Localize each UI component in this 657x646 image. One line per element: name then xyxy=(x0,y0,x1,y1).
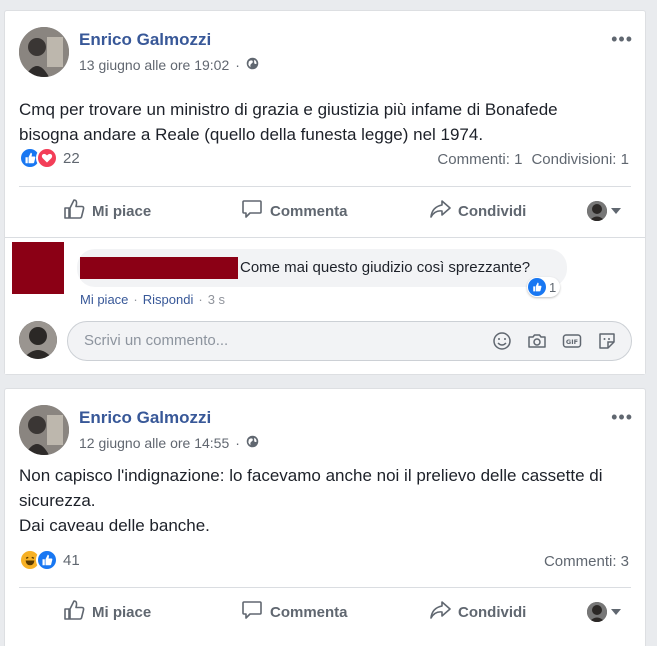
post-actions: Mi piace Commenta Condividi xyxy=(5,590,645,634)
separator: · xyxy=(235,57,240,73)
author-name[interactable]: Enrico Galmozzi xyxy=(79,30,211,50)
comment-input[interactable]: Scrivi un commento... GIF xyxy=(67,321,632,361)
divider xyxy=(19,587,631,588)
share-arrow-icon xyxy=(429,599,451,625)
post-text-line: bisogna andare a Reale (quello della fun… xyxy=(19,125,484,144)
post-stats: Commenti: 3 xyxy=(544,553,629,570)
love-reaction-icon xyxy=(36,147,58,169)
comment-like-link[interactable]: Mi piace xyxy=(80,292,128,307)
author-avatar[interactable] xyxy=(19,27,69,77)
reaction-count: 41 xyxy=(63,551,80,569)
post-text: Non capisco l'indignazione: lo facevamo … xyxy=(19,463,602,538)
post-timestamp[interactable]: 12 giugno alle ore 14:55 xyxy=(79,435,229,451)
svg-text:GIF: GIF xyxy=(566,338,578,346)
share-as-selector[interactable] xyxy=(587,602,621,622)
like-reaction-icon xyxy=(528,278,546,296)
commenter-name-redacted[interactable] xyxy=(80,257,238,279)
comment-actions: Mi piace · Rispondi · 3 s xyxy=(80,292,225,307)
more-options-icon[interactable]: ••• xyxy=(611,29,633,50)
comment-reaction-count: 1 xyxy=(549,279,557,295)
divider xyxy=(19,186,631,187)
author-avatar[interactable] xyxy=(19,405,69,455)
thumbs-up-icon xyxy=(63,599,85,625)
comment-button[interactable]: Commenta xyxy=(241,599,348,625)
like-button[interactable]: Mi piace xyxy=(63,198,151,224)
user-avatar xyxy=(587,602,607,622)
comment-icon xyxy=(241,599,263,625)
reactions-summary[interactable]: 41 xyxy=(19,549,80,571)
like-button[interactable]: Mi piace xyxy=(63,599,151,625)
post-stats: Commenti: 1 Condivisioni: 1 xyxy=(437,151,629,168)
comment-bubble: Come mai questo giudizio così sprezzante… xyxy=(77,249,567,287)
composer-icons: GIF xyxy=(492,331,617,351)
commenter-avatar-redacted[interactable] xyxy=(12,242,64,294)
post-card: Enrico Galmozzi 13 giugno alle ore 19:02… xyxy=(4,10,646,375)
reactions-summary[interactable]: 22 xyxy=(19,147,80,169)
comment-reply-link[interactable]: Rispondi xyxy=(143,292,194,307)
more-options-icon[interactable]: ••• xyxy=(611,407,633,428)
share-button[interactable]: Condividi xyxy=(429,599,526,625)
separator: · xyxy=(198,292,203,307)
comment-button[interactable]: Commenta xyxy=(241,198,348,224)
thumbs-up-icon xyxy=(63,198,85,224)
reaction-count: 22 xyxy=(63,149,80,167)
globe-icon[interactable] xyxy=(246,57,259,73)
author-name[interactable]: Enrico Galmozzi xyxy=(79,408,211,428)
share-as-selector[interactable] xyxy=(587,201,621,221)
post-meta: 12 giugno alle ore 14:55 · xyxy=(79,435,259,451)
comment-input-placeholder: Scrivi un commento... xyxy=(84,332,229,349)
caret-down-icon xyxy=(611,609,621,615)
comment-text: Come mai questo giudizio così sprezzante… xyxy=(240,259,531,276)
comments-count[interactable]: Commenti: 1 xyxy=(437,151,522,168)
post-timestamp[interactable]: 13 giugno alle ore 19:02 xyxy=(79,57,229,73)
post-actions: Mi piace Commenta Condividi xyxy=(5,189,645,233)
post-text-line: Dai caveau delle banche. xyxy=(19,516,210,535)
post-text: Cmq per trovare un ministro di grazia e … xyxy=(19,97,558,147)
camera-icon[interactable] xyxy=(527,331,547,351)
post-text-line: sicurezza. xyxy=(19,491,96,510)
post-meta: 13 giugno alle ore 19:02 · xyxy=(79,57,259,73)
post-text-line: Non capisco l'indignazione: lo facevamo … xyxy=(19,466,603,485)
sticker-icon[interactable] xyxy=(597,331,617,351)
separator: · xyxy=(235,435,240,451)
comment-icon xyxy=(241,198,263,224)
comment-reactions[interactable]: 1 xyxy=(527,277,561,297)
shares-count[interactable]: Condivisioni: 1 xyxy=(531,151,629,168)
share-button[interactable]: Condividi xyxy=(429,198,526,224)
comments-count[interactable]: Commenti: 3 xyxy=(544,553,629,570)
post-text-line: Cmq per trovare un ministro di grazia e … xyxy=(19,100,558,119)
comment-time[interactable]: 3 s xyxy=(208,292,225,307)
share-arrow-icon xyxy=(429,198,451,224)
emoji-icon[interactable] xyxy=(492,331,512,351)
comments-section: Come mai questo giudizio così sprezzante… xyxy=(5,237,645,374)
like-reaction-icon xyxy=(36,549,58,571)
gif-icon[interactable]: GIF xyxy=(562,331,582,351)
globe-icon[interactable] xyxy=(246,435,259,451)
user-avatar xyxy=(587,201,607,221)
caret-down-icon xyxy=(611,208,621,214)
user-avatar[interactable] xyxy=(19,321,57,359)
post-card: Enrico Galmozzi 12 giugno alle ore 14:55… xyxy=(4,388,646,646)
separator: · xyxy=(133,292,138,307)
divider xyxy=(5,237,645,238)
